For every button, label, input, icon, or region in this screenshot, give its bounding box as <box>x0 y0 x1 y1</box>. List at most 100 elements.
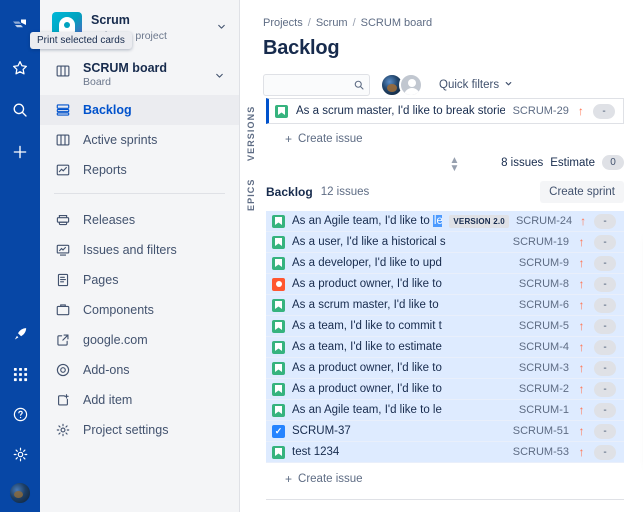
sidebar-item-pages[interactable]: Pages <box>40 265 239 295</box>
help-icon[interactable] <box>8 402 32 426</box>
issue-key[interactable]: SCRUM-53 <box>513 446 569 458</box>
sidebar-item-scrum-board[interactable]: SCRUM board Board <box>40 57 239 95</box>
issue-key[interactable]: SCRUM-29 <box>513 105 569 117</box>
estimate-badge[interactable]: - <box>594 213 616 229</box>
epics-panel-toggle[interactable]: EPICS <box>246 172 256 217</box>
create-issue-label: Create issue <box>298 473 363 485</box>
sidebar-item-label-pages: Pages <box>83 273 119 287</box>
backlog-issue-row[interactable]: As an Agile team, I'd like to learn abou… <box>266 211 624 232</box>
sidebar-item-issues-and-filters[interactable]: Issues and filters <box>40 235 239 265</box>
issue-summary: As a product owner, I'd like to <box>292 278 442 290</box>
issue-key[interactable]: SCRUM-6 <box>519 299 569 311</box>
estimate-badge[interactable]: - <box>594 402 616 418</box>
backlog-count: 12 issues <box>320 186 370 198</box>
search-icon[interactable] <box>353 78 365 96</box>
estimate-badge[interactable]: - <box>594 444 616 460</box>
components-icon <box>54 301 72 319</box>
backlog-issue-row[interactable]: As a team, I'd like to commit t SCRUM-5 ↑ - <box>266 316 624 337</box>
app-switcher-icon[interactable] <box>8 362 32 386</box>
story-type-icon <box>275 104 288 118</box>
story-type-icon <box>272 361 285 375</box>
estimate-badge[interactable]: - <box>594 276 616 292</box>
sidebar-item-active-sprints[interactable]: Active sprints <box>40 125 239 155</box>
backlog-issue-row[interactable]: As a product owner, I'd like to SCRUM-2 ↑ - <box>266 379 624 400</box>
star-icon[interactable] <box>8 56 32 80</box>
search-icon[interactable] <box>8 98 32 122</box>
sidebar-item-reports[interactable]: Reports <box>40 155 239 185</box>
tooltip-print-selected-cards: Print selected cards <box>30 32 132 49</box>
breadcrumb-separator: / <box>307 17 311 29</box>
backlog-issue-row[interactable]: test 1234 SCRUM-53 ↑ - <box>266 442 624 463</box>
external-link-icon <box>54 331 72 349</box>
breadcrumb-scrum[interactable]: Scrum <box>316 17 348 29</box>
breadcrumb-projects[interactable]: Projects <box>263 17 303 29</box>
backlog-issue-row[interactable]: As a user, I'd like a historical s SCRUM-… <box>266 232 624 253</box>
rocket-icon[interactable] <box>8 322 32 346</box>
priority-high-icon: ↑ <box>578 382 585 396</box>
backlog-issue-row[interactable]: As an Agile team, I'd like to le SCRUM-1 ↑… <box>266 400 624 421</box>
quick-filters-dropdown[interactable]: Quick filters <box>439 79 513 91</box>
estimate-badge[interactable]: - <box>593 103 615 119</box>
create-icon[interactable] <box>8 140 32 164</box>
estimate-label: Estimate <box>550 156 595 169</box>
project-name: Scrum <box>91 13 130 27</box>
issue-key[interactable]: SCRUM-8 <box>519 278 569 290</box>
avatar-group[interactable] <box>380 73 423 97</box>
estimate-badge[interactable]: - <box>594 318 616 334</box>
story-type-icon <box>272 340 285 354</box>
issue-key[interactable]: SCRUM-51 <box>513 425 569 437</box>
breadcrumb-scrum-board[interactable]: SCRUM board <box>361 17 433 29</box>
version-badge: VERSION 2.0 <box>449 214 509 228</box>
backlog-issue-row[interactable]: SCRUM-37 SCRUM-51 ↑- <box>266 421 624 442</box>
estimate-badge[interactable]: - <box>594 423 616 439</box>
issue-key[interactable]: SCRUM-24 <box>516 215 572 227</box>
issue-key[interactable]: SCRUM-4 <box>519 341 569 353</box>
board-chevron-down-icon[interactable] <box>209 65 229 85</box>
sidebar-item-add-item[interactable]: Add item <box>40 385 239 415</box>
sidebar-item-backlog[interactable]: Backlog <box>40 95 239 125</box>
create-issue-sprint[interactable]: + Create issue <box>266 124 643 146</box>
issue-key[interactable]: SCRUM-3 <box>519 362 569 374</box>
sidebar-item-label-active-sprints: Active sprints <box>83 133 158 147</box>
profile-avatar[interactable] <box>9 482 31 504</box>
jira-logo-icon[interactable] <box>8 14 32 38</box>
backlog-issue-row[interactable]: As a product owner, I'd like to SCRUM-8 ↑ - <box>266 274 624 295</box>
estimate-badge[interactable]: - <box>594 339 616 355</box>
backlog-issue-row[interactable]: As a developer, I'd like to upd SCRUM-9 ↑ - <box>266 253 624 274</box>
issue-key[interactable]: SCRUM-2 <box>519 383 569 395</box>
estimate-badge[interactable]: - <box>594 255 616 271</box>
estimate-badge[interactable]: - <box>594 360 616 376</box>
issue-key[interactable]: SCRUM-1 <box>519 404 569 416</box>
backlog-issue-row[interactable]: As a product owner, I'd like to SCRUM-3 ↑ - <box>266 358 624 379</box>
sidebar-item-add-ons[interactable]: Add-ons <box>40 355 239 385</box>
issue-summary: As a scrum master, I'd like to <box>292 299 439 311</box>
issue-key[interactable]: SCRUM-9 <box>519 257 569 269</box>
sidebar-item-google-com[interactable]: google.com <box>40 325 239 355</box>
sidebar-item-label-google-com: google.com <box>83 333 148 347</box>
issue-summary: As an Agile team, I'd like to learn abou… <box>292 215 443 227</box>
story-type-icon <box>272 382 285 396</box>
board-columns-icon <box>54 131 72 149</box>
jira-backlog-app: Scrum Software project SCRUM board Board <box>0 0 643 512</box>
sidebar-item-project-settings[interactable]: Project settings <box>40 415 239 445</box>
sprint-issue-row[interactable]: As a scrum master, I'd like to break sto… <box>266 98 624 124</box>
gear-icon[interactable] <box>8 442 32 466</box>
estimate-badge[interactable]: - <box>594 297 616 313</box>
backlog-issue-row[interactable]: As a team, I'd like to estimate SCRUM-4 ↑ - <box>266 337 624 358</box>
priority-high-icon: ↑ <box>580 214 587 228</box>
drag-handle-icon[interactable]: ▲ ▼ <box>450 156 460 174</box>
avatar[interactable] <box>399 73 423 97</box>
issue-key[interactable]: SCRUM-5 <box>519 320 569 332</box>
sidebar-item-releases[interactable]: Releases <box>40 205 239 235</box>
sidebar-item-components[interactable]: Components <box>40 295 239 325</box>
rail-top-group <box>8 0 32 164</box>
task-type-icon <box>272 424 285 438</box>
create-issue-backlog[interactable]: + Create issue <box>266 463 643 486</box>
backlog-issue-row[interactable]: As a scrum master, I'd like to SCRUM-6 ↑ - <box>266 295 624 316</box>
project-chevron-down-icon[interactable] <box>211 16 231 36</box>
create-sprint-button[interactable]: Create sprint <box>540 181 624 203</box>
estimate-badge[interactable]: - <box>594 381 616 397</box>
issue-key[interactable]: SCRUM-19 <box>513 236 569 248</box>
versions-panel-toggle[interactable]: VERSIONS <box>246 102 256 164</box>
estimate-badge[interactable]: - <box>594 234 616 250</box>
